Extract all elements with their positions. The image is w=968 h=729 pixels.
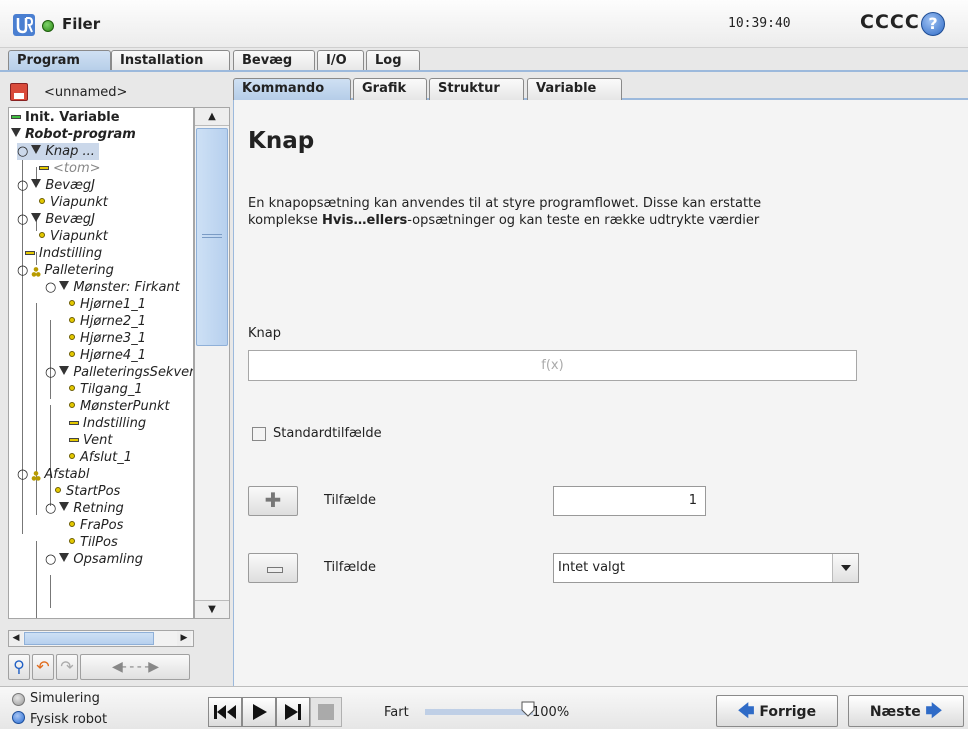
tree-node-pickup[interactable]: ○ Opsamling — [45, 551, 143, 568]
previous-button[interactable]: 🡄 Forrige — [716, 695, 838, 727]
play-button[interactable] — [242, 697, 276, 727]
default-case-checkbox[interactable] — [252, 427, 266, 441]
tab-graphics[interactable]: Grafik — [353, 78, 427, 100]
description-line-2: komplekse Hvis…ellers-opsætninger og kan… — [248, 213, 760, 228]
tree-node-pallet-sequence[interactable]: ○ PalleteringsSekvens — [45, 364, 193, 381]
tree-node-approach[interactable]: Tilgang_1 — [69, 381, 143, 398]
tree-node-corner-2[interactable]: Hjørne2_1 — [69, 313, 146, 330]
app-title: Filer — [62, 15, 101, 33]
clock: 10:39:40 — [728, 16, 791, 31]
tree-node-empty[interactable]: <tom> — [39, 160, 101, 177]
tree-node-corner-3[interactable]: Hjørne3_1 — [69, 330, 146, 347]
tab-installation[interactable]: Installation — [111, 50, 230, 72]
tree-node-start-pos[interactable]: StartPos — [55, 483, 120, 500]
robot-name: CCCC — [860, 11, 920, 33]
switch-expression-field[interactable]: f(x) — [248, 350, 857, 381]
tree-node-direction[interactable]: ○ Retning — [45, 500, 124, 517]
tree-node-movej-2[interactable]: ○ BevægJ — [17, 211, 95, 228]
move-node-icon[interactable]: ◀- - - -▶ — [80, 654, 190, 680]
scroll-grip-icon — [202, 234, 222, 238]
undo-icon[interactable]: ↶ — [32, 654, 54, 680]
tree-node-pattern-point[interactable]: MønsterPunkt — [69, 398, 170, 415]
tree-node-robot-program[interactable]: Robot-program — [11, 126, 136, 143]
step-button[interactable] — [276, 697, 310, 727]
top-bar — [0, 0, 968, 48]
simulation-radio[interactable] — [12, 693, 25, 706]
tab-command[interactable]: Kommando — [233, 78, 351, 100]
tab-move[interactable]: Bevæg — [233, 50, 315, 72]
remove-case-button[interactable] — [248, 553, 298, 583]
tree-node-corner-1[interactable]: Hjørne1_1 — [69, 296, 146, 313]
program-tree[interactable]: Init. Variable Robot-program ○ Knap ... <… — [8, 107, 194, 619]
tree-node-to-pos[interactable]: TilPos — [69, 534, 118, 551]
real-robot-label: Fysisk robot — [30, 712, 108, 727]
step-icon — [285, 704, 301, 720]
tab-io[interactable]: I/O — [317, 50, 364, 72]
speed-slider-fill — [425, 709, 533, 715]
scroll-right-icon[interactable]: ▶ — [177, 631, 191, 646]
tree-node-waypoint-1[interactable]: Viapunkt — [39, 194, 108, 211]
arrow-right-icon: 🡆 — [925, 701, 943, 720]
tree-node-switch[interactable]: ○ Knap ... — [17, 143, 99, 160]
skip-back-icon — [214, 705, 236, 719]
next-button[interactable]: Næste 🡆 — [848, 695, 964, 727]
tab-divider — [0, 70, 968, 72]
status-ok-icon — [42, 20, 54, 32]
speed-value: 100% — [532, 705, 570, 720]
stop-button[interactable] — [310, 697, 342, 727]
tree-node-palletizing[interactable]: ○Palletering — [17, 261, 114, 283]
tree-node-setting-2[interactable]: Indstilling — [69, 415, 146, 432]
add-case-button[interactable]: ✚ — [248, 486, 298, 516]
tree-node-movej-1[interactable]: ○ BevægJ — [17, 177, 95, 194]
tab-program[interactable]: Program — [8, 50, 111, 72]
tree-node-exit[interactable]: Afslut_1 — [69, 449, 132, 466]
case-select[interactable]: Intet valgt — [553, 553, 859, 583]
tree-node-waypoint-2[interactable]: Viapunkt — [39, 228, 108, 245]
skip-back-button[interactable] — [208, 697, 242, 727]
tree-node-pattern-square[interactable]: ○ Mønster: Firkant — [45, 279, 180, 296]
save-icon[interactable] — [10, 83, 28, 101]
stop-icon — [318, 704, 334, 720]
ur-logo-icon — [13, 14, 35, 36]
page-title: Knap — [248, 128, 315, 154]
play-icon — [253, 704, 267, 720]
scroll-up-icon[interactable]: ▲ — [195, 108, 229, 126]
program-file-name: <unnamed> — [44, 85, 128, 100]
tree-node-wait[interactable]: Vent — [69, 432, 112, 449]
remove-case-label: Tilfælde — [324, 560, 376, 575]
switch-expression-label: Knap — [248, 326, 281, 341]
tree-node-init-variable[interactable]: Init. Variable — [11, 109, 120, 126]
chevron-down-icon[interactable] — [832, 554, 858, 582]
simulation-label: Simulering — [30, 691, 100, 706]
plus-icon: ✚ — [264, 488, 282, 512]
tree-node-from-pos[interactable]: FraPos — [69, 517, 123, 534]
tree-node-corner-4[interactable]: Hjørne4_1 — [69, 347, 146, 364]
default-case-label: Standardtilfælde — [273, 426, 382, 441]
tree-hscroll-thumb[interactable] — [24, 632, 154, 645]
command-panel — [233, 98, 968, 686]
search-icon[interactable]: ⚲ — [8, 654, 30, 680]
real-robot-radio[interactable] — [12, 711, 25, 724]
tab-variables[interactable]: Variable — [527, 78, 622, 100]
tab-structure[interactable]: Struktur — [429, 78, 524, 100]
case-number-input[interactable]: 1 — [553, 486, 706, 516]
redo-icon[interactable]: ↷ — [56, 654, 78, 680]
scroll-left-icon[interactable]: ◀ — [9, 631, 23, 646]
tree-node-destack[interactable]: ○Afstabl — [17, 465, 90, 487]
description-line-1: En knapopsætning kan anvendes til at sty… — [248, 196, 762, 211]
tab-log[interactable]: Log — [366, 50, 420, 72]
tree-node-setting-1[interactable]: Indstilling — [25, 245, 102, 262]
add-case-label: Tilfælde — [324, 493, 376, 508]
help-button[interactable]: ? — [921, 12, 945, 36]
speed-label: Fart — [384, 705, 409, 720]
scroll-down-icon[interactable]: ▼ — [195, 600, 229, 618]
arrow-left-icon: 🡄 — [737, 701, 755, 720]
